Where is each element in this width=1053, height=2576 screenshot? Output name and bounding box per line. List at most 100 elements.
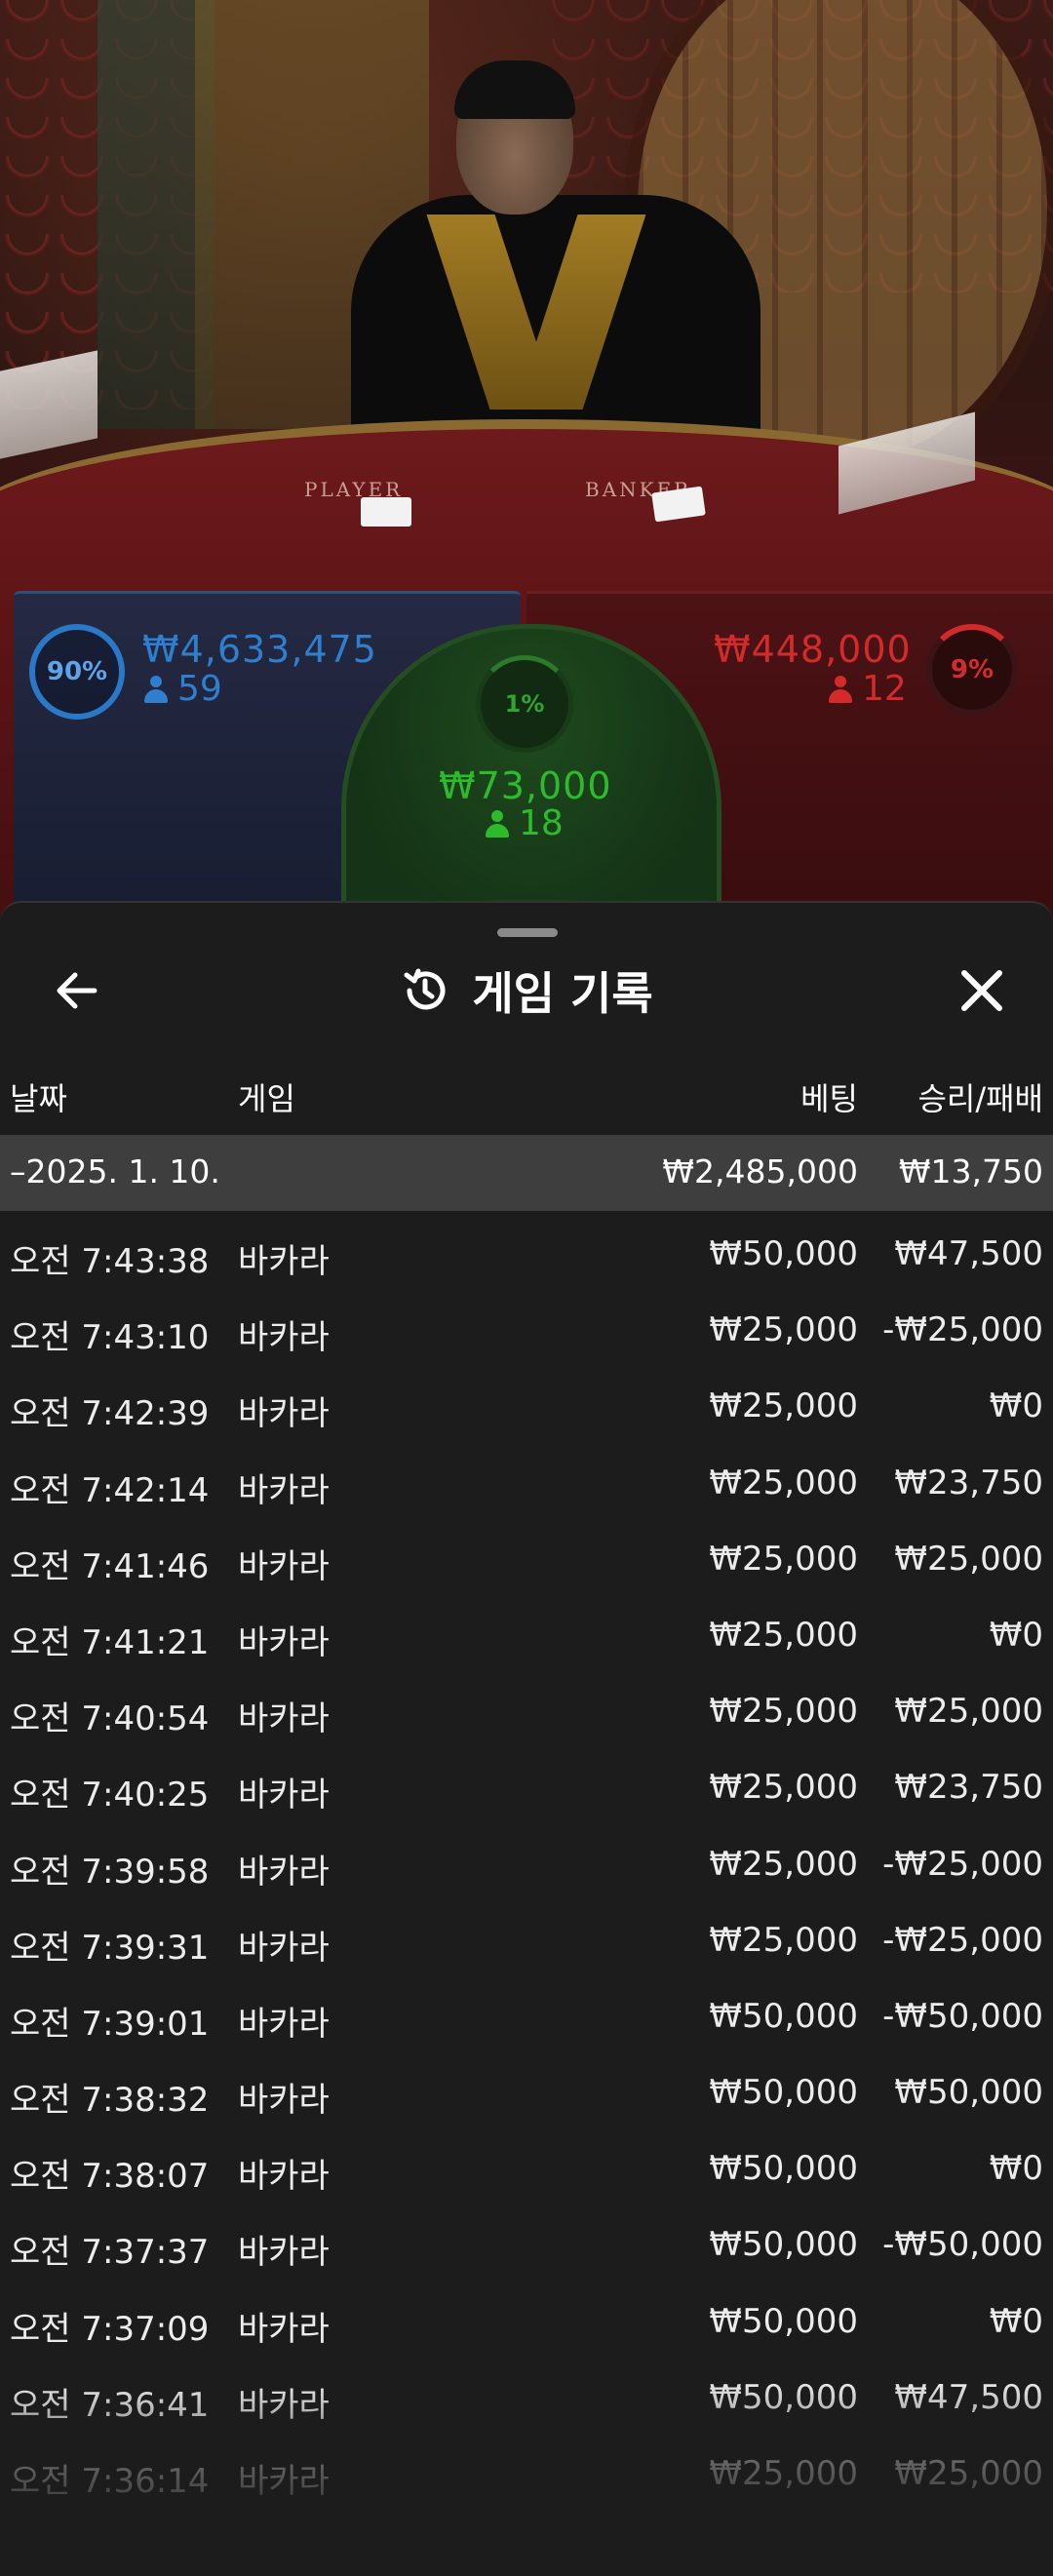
history-row[interactable]: 오전 7:43:38 바카라 ₩50,000 ₩47,500	[0, 1219, 1053, 1295]
person-icon	[486, 809, 509, 838]
row-result: ₩0	[989, 1615, 1043, 1655]
row-result: -₩50,000	[882, 1996, 1043, 2036]
row-bet: ₩25,000	[709, 1310, 858, 1350]
date-group-label: –2025. 1. 10.	[10, 1152, 220, 1190]
column-header-game: 게임	[238, 1080, 295, 1117]
row-result: -₩25,000	[882, 1310, 1043, 1350]
row-result: ₩25,000	[894, 1692, 1043, 1732]
history-row[interactable]: 오전 7:41:46 바카라 ₩25,000 ₩25,000	[0, 1524, 1053, 1600]
row-bet: ₩50,000	[709, 2149, 858, 2189]
row-time: 오전 7:41:21	[10, 1622, 210, 1662]
row-game: 바카라	[238, 2309, 330, 2349]
banker-percent-ring: 9%	[926, 624, 1018, 716]
row-bet: ₩25,000	[709, 1539, 858, 1579]
row-bet: ₩25,000	[709, 1844, 858, 1884]
row-bet: ₩25,000	[709, 1692, 858, 1732]
row-result: ₩0	[989, 2301, 1043, 2341]
column-header-bet: 베팅	[800, 1080, 858, 1117]
row-game: 바카라	[238, 1318, 330, 1358]
row-time: 오전 7:39:58	[10, 1852, 210, 1892]
row-game: 바카라	[238, 2462, 330, 2501]
history-row[interactable]: 오전 7:39:58 바카라 ₩25,000 -₩25,000	[0, 1829, 1053, 1905]
row-result: ₩23,750	[894, 1463, 1043, 1503]
row-time: 오전 7:40:25	[10, 1776, 210, 1815]
row-bet: ₩50,000	[709, 2225, 858, 2265]
row-time: 오전 7:42:39	[10, 1394, 210, 1434]
banker-count-value: 12	[862, 669, 907, 709]
row-bet: ₩25,000	[709, 2454, 858, 2493]
history-row[interactable]: 오전 7:38:07 바카라 ₩50,000 ₩0	[0, 2133, 1053, 2209]
person-icon	[829, 675, 852, 703]
page-title: 게임 기록	[472, 967, 653, 1020]
playing-card	[361, 497, 411, 527]
row-game: 바카라	[238, 2385, 330, 2425]
history-row[interactable]: 오전 7:41:21 바카라 ₩25,000 ₩0	[0, 1600, 1053, 1676]
row-bet: ₩50,000	[709, 2073, 858, 2113]
date-group-result-total: ₩13,750	[898, 1152, 1043, 1190]
history-row[interactable]: 오전 7:42:39 바카라 ₩25,000 ₩0	[0, 1371, 1053, 1447]
history-row[interactable]: 오전 7:36:14 바카라 ₩25,000 ₩25,000	[0, 2439, 1053, 2515]
sheet-drag-handle[interactable]	[497, 928, 558, 937]
row-time: 오전 7:42:14	[10, 1470, 210, 1510]
row-time: 오전 7:38:07	[10, 2157, 210, 2197]
row-time: 오전 7:39:31	[10, 1928, 210, 1968]
history-row[interactable]: 오전 7:36:41 바카라 ₩50,000 ₩47,500	[0, 2362, 1053, 2439]
history-row[interactable]: 오전 7:37:37 바카라 ₩50,000 -₩50,000	[0, 2209, 1053, 2285]
row-game: 바카라	[238, 1394, 330, 1434]
row-game: 바카라	[238, 2233, 330, 2273]
row-result: ₩25,000	[894, 1539, 1043, 1579]
row-game: 바카라	[238, 1852, 330, 1892]
row-bet: ₩25,000	[709, 1920, 858, 1960]
player-count: 59	[144, 669, 222, 709]
history-row[interactable]: 오전 7:39:01 바카라 ₩50,000 -₩50,000	[0, 1981, 1053, 2057]
row-bet: ₩25,000	[709, 1768, 858, 1808]
tie-count-value: 18	[519, 803, 564, 843]
row-bet: ₩50,000	[709, 2301, 858, 2341]
history-icon	[404, 968, 446, 1010]
game-history-sheet: 게임 기록 날짜 게임 베팅 승리/패배 –2025. 1. 10. ₩2,48…	[0, 901, 1053, 2576]
person-icon	[144, 675, 168, 703]
close-button[interactable]	[948, 961, 1016, 1020]
history-row[interactable]: 오전 7:43:10 바카라 ₩25,000 -₩25,000	[0, 1295, 1053, 1371]
row-time: 오전 7:39:01	[10, 2004, 210, 2044]
row-result: -₩50,000	[882, 2225, 1043, 2265]
row-result: ₩50,000	[894, 2073, 1043, 2113]
history-row[interactable]: 오전 7:38:32 바카라 ₩50,000 ₩50,000	[0, 2057, 1053, 2133]
row-time: 오전 7:36:41	[10, 2385, 210, 2425]
row-bet: ₩50,000	[709, 1234, 858, 1273]
table-header: 날짜 게임 베팅 승리/패배	[0, 1074, 1053, 1129]
back-button[interactable]	[47, 961, 105, 1020]
history-row[interactable]: 오전 7:42:14 바카라 ₩25,000 ₩23,750	[0, 1448, 1053, 1524]
row-game: 바카라	[238, 2081, 330, 2121]
column-header-date: 날짜	[10, 1080, 67, 1117]
date-group-row[interactable]: –2025. 1. 10. ₩2,485,000 ₩13,750	[0, 1135, 1053, 1211]
row-game: 바카라	[238, 2004, 330, 2044]
tie-percent-ring: 1%	[476, 655, 573, 753]
row-game: 바카라	[238, 1776, 330, 1815]
row-result: -₩25,000	[882, 1844, 1043, 1884]
row-bet: ₩50,000	[709, 1996, 858, 2036]
row-game: 바카라	[238, 1928, 330, 1968]
player-bet-amount: ₩4,633,475	[142, 628, 377, 671]
row-game: 바카라	[238, 1546, 330, 1586]
row-time: 오전 7:37:09	[10, 2309, 210, 2349]
history-list: 오전 7:43:38 바카라 ₩50,000 ₩47,500 오전 7:43:10 바카라…	[0, 1219, 1053, 2515]
row-game: 바카라	[238, 1622, 330, 1662]
row-result: ₩47,500	[894, 2377, 1043, 2417]
row-game: 바카라	[238, 1470, 330, 1510]
player-percent-ring: 90%	[29, 624, 125, 720]
history-row[interactable]: 오전 7:40:25 바카라 ₩25,000 ₩23,750	[0, 1752, 1053, 1828]
row-bet: ₩25,000	[709, 1463, 858, 1503]
row-game: 바카라	[238, 1699, 330, 1739]
history-row[interactable]: 오전 7:37:09 바카라 ₩50,000 ₩0	[0, 2286, 1053, 2362]
row-result: ₩25,000	[894, 2454, 1043, 2493]
row-time: 오전 7:36:14	[10, 2462, 210, 2501]
history-row[interactable]: 오전 7:39:31 바카라 ₩25,000 -₩25,000	[0, 1905, 1053, 1981]
history-row[interactable]: 오전 7:40:54 바카라 ₩25,000 ₩25,000	[0, 1676, 1053, 1752]
row-time: 오전 7:37:37	[10, 2233, 210, 2273]
row-result: ₩0	[989, 1386, 1043, 1426]
row-game: 바카라	[238, 1242, 330, 1281]
tie-count: 18	[486, 803, 564, 843]
tie-bet-amount: ₩73,000	[439, 764, 612, 807]
row-bet: ₩25,000	[709, 1615, 858, 1655]
